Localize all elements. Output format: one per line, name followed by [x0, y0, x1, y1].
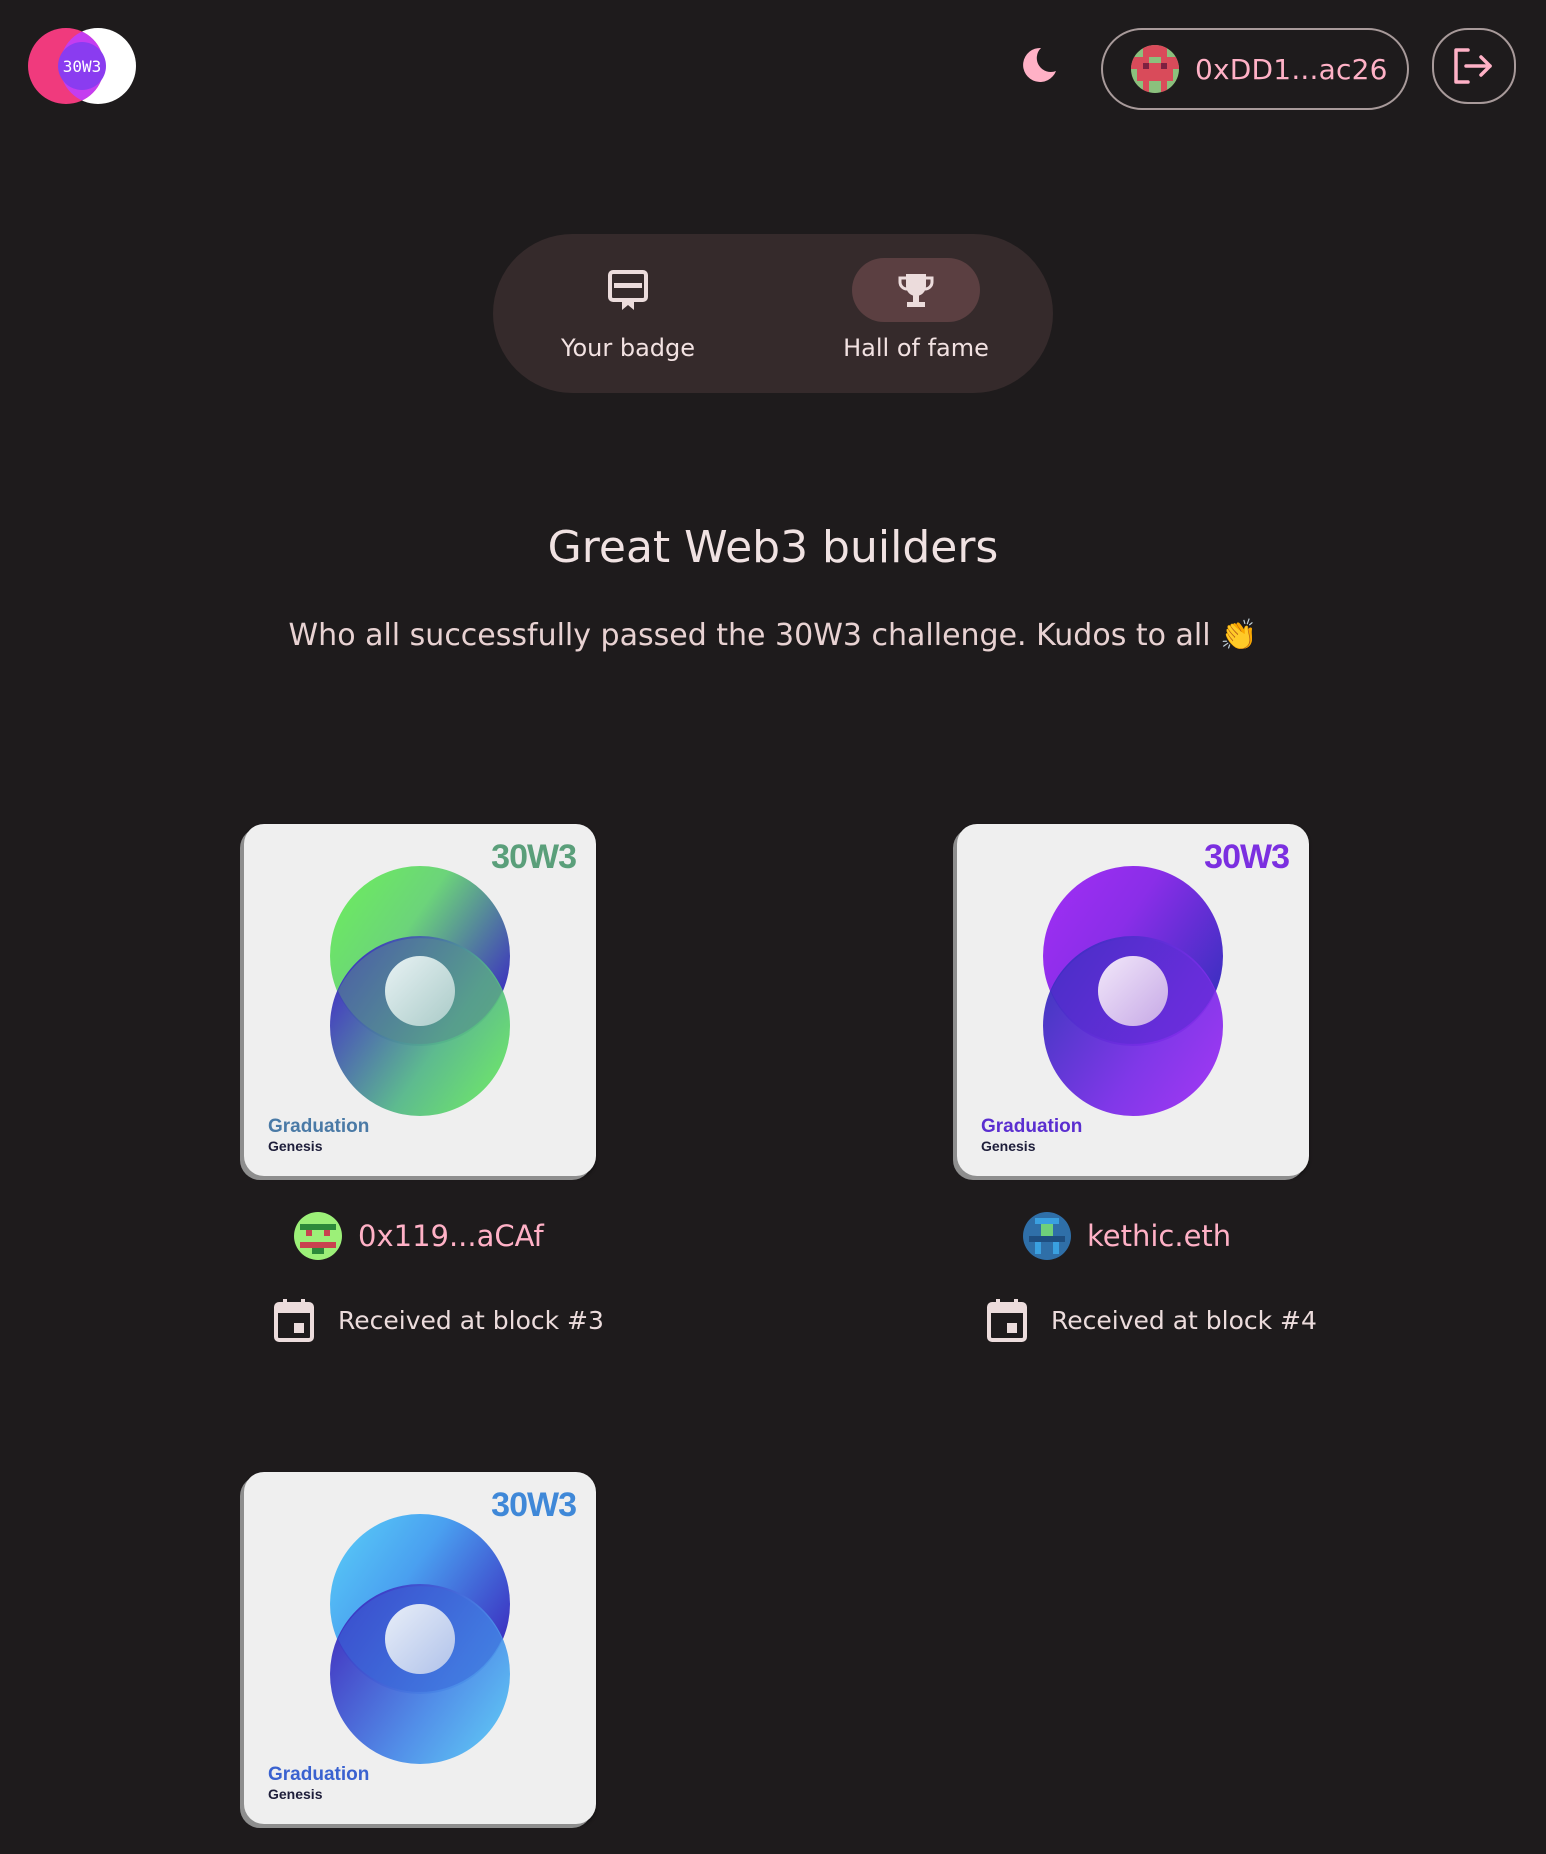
block-info: Received at block #4	[987, 1298, 1317, 1342]
tab-your-badge[interactable]: Your badge	[528, 258, 728, 362]
owner-avatar	[1023, 1212, 1071, 1260]
logout-icon	[1454, 48, 1492, 84]
badge-subtitle: Genesis	[981, 1138, 1036, 1154]
logo-text: 30W3	[63, 57, 102, 76]
badge-icon	[608, 270, 648, 310]
app-logo[interactable]: 30W3	[28, 26, 138, 106]
block-text: Received at block #4	[1051, 1305, 1317, 1335]
page-title: Great Web3 builders	[547, 522, 999, 573]
wallet-button[interactable]: 0xDD1...ac26	[1101, 28, 1409, 110]
block-info: Received at block #3	[274, 1298, 604, 1342]
badge-brand: 30W3	[491, 1486, 577, 1524]
badge-subtitle: Genesis	[268, 1138, 323, 1154]
badge-owner[interactable]: 0x119...aCAf	[294, 1211, 544, 1261]
calendar-icon	[987, 1299, 1027, 1342]
owner-name: 0x119...aCAf	[358, 1219, 544, 1253]
badge-owner[interactable]: kethic.eth	[1023, 1211, 1231, 1261]
calendar-icon	[274, 1299, 314, 1342]
badge-brand: 30W3	[491, 838, 577, 876]
wallet-address: 0xDD1...ac26	[1195, 52, 1388, 86]
badge-title: Graduation	[268, 1116, 370, 1137]
badge-title: Graduation	[981, 1116, 1083, 1137]
badge-brand: 30W3	[1204, 838, 1290, 876]
page-subtitle: Who all successfully passed the 30W3 cha…	[288, 618, 1258, 653]
trophy-icon	[898, 274, 934, 307]
moon-icon	[1023, 47, 1056, 82]
badge-card[interactable]: 30W3 Graduation Genesis	[957, 824, 1309, 1176]
block-text: Received at block #3	[338, 1305, 604, 1335]
badge-card[interactable]: 30W3 Graduation Genesis	[244, 824, 596, 1176]
badge-subtitle: Genesis	[268, 1786, 323, 1802]
badge-title: Graduation	[268, 1764, 370, 1785]
logout-button[interactable]	[1432, 28, 1516, 104]
tab-hall-of-fame[interactable]: Hall of fame	[816, 258, 1016, 362]
theme-toggle-button[interactable]	[1018, 44, 1060, 86]
owner-avatar	[294, 1212, 342, 1260]
owner-name: kethic.eth	[1087, 1219, 1232, 1253]
badge-card[interactable]: 30W3 Graduation Genesis	[244, 1472, 596, 1824]
wallet-avatar	[1131, 45, 1179, 93]
tab-label: Hall of fame	[843, 334, 989, 362]
main-nav: Your badge Hall of fame	[493, 234, 1053, 393]
tab-label: Your badge	[560, 334, 696, 362]
